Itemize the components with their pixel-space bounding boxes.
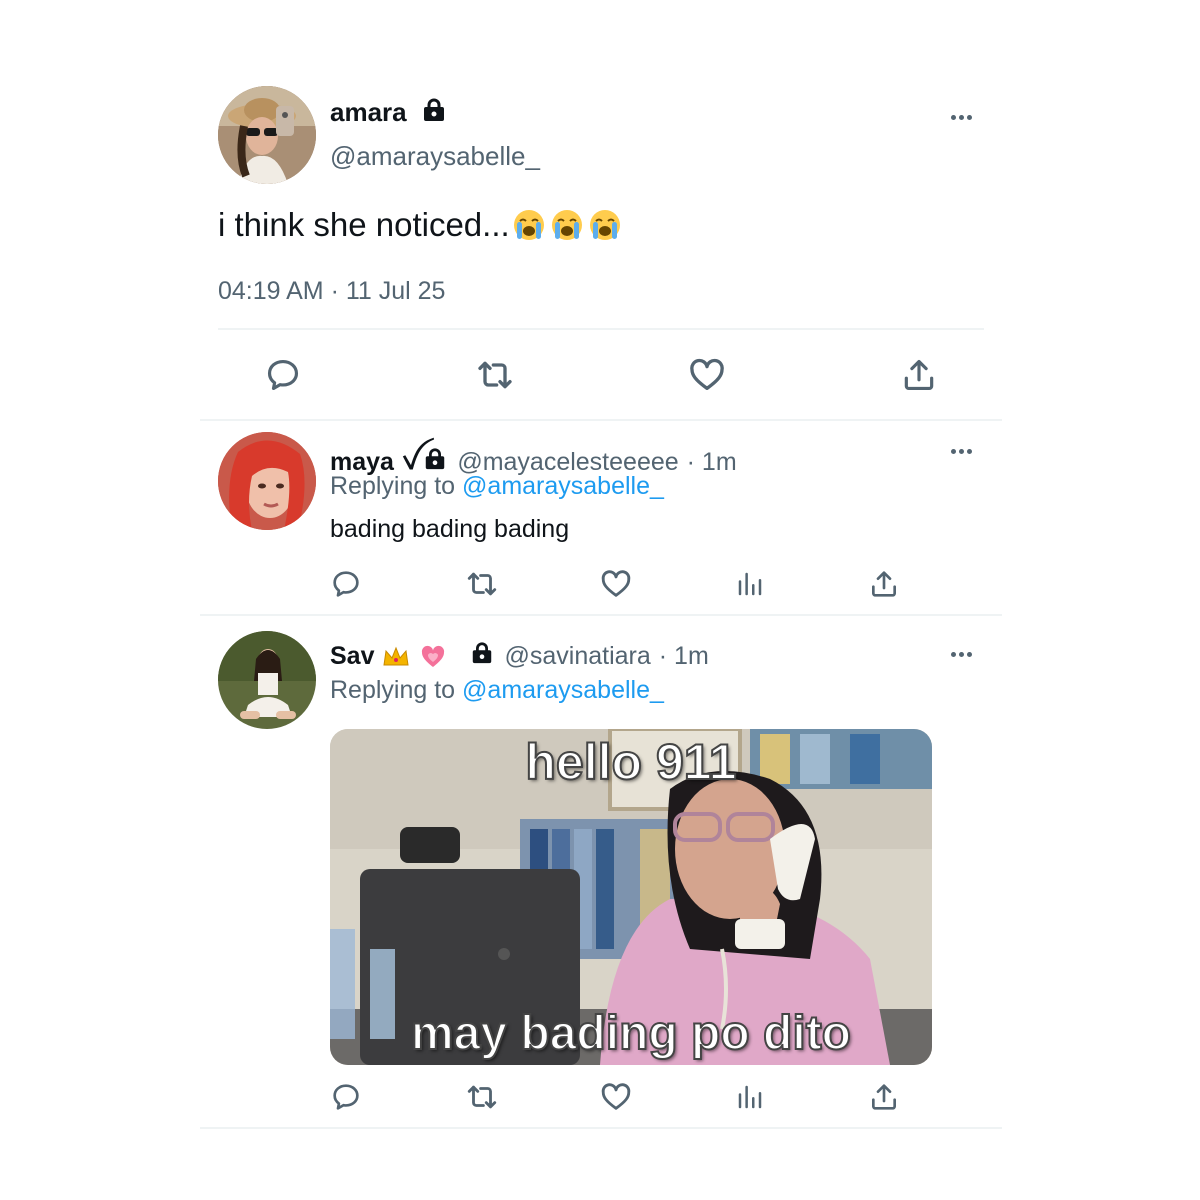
display-name[interactable]: Sav bbox=[330, 642, 374, 671]
avatar-image bbox=[218, 631, 316, 729]
timestamp[interactable]: 04:19 AM · 11 Jul 25 bbox=[218, 277, 445, 306]
divider bbox=[200, 419, 1002, 421]
retweet-icon bbox=[467, 572, 497, 596]
loudly-crying-face-icon bbox=[589, 210, 620, 240]
like-icon bbox=[601, 570, 631, 597]
relative-time[interactable]: · 1m bbox=[687, 448, 737, 477]
avatar-image bbox=[218, 86, 316, 184]
like-icon bbox=[601, 1083, 631, 1110]
reply-button[interactable] bbox=[326, 1079, 366, 1115]
replying-to: Replying to @amaraysabelle_ bbox=[330, 472, 664, 501]
like-button[interactable] bbox=[596, 566, 636, 602]
lock-icon bbox=[421, 97, 447, 128]
share-icon bbox=[904, 359, 934, 391]
replying-prefix: Replying to bbox=[330, 676, 456, 704]
avatar[interactable] bbox=[218, 631, 316, 729]
views-icon bbox=[738, 572, 762, 596]
meme-top-caption: hello 911 bbox=[524, 733, 737, 791]
more-icon[interactable] bbox=[951, 449, 972, 454]
loudly-crying-face-icon bbox=[551, 210, 582, 240]
more-icon[interactable] bbox=[951, 652, 972, 657]
divider bbox=[218, 328, 984, 330]
crown-icon bbox=[383, 646, 410, 665]
divider bbox=[200, 614, 1002, 616]
divider bbox=[200, 1127, 1002, 1129]
relative-time[interactable]: · 1m bbox=[659, 642, 709, 671]
retweet-button[interactable] bbox=[470, 352, 520, 398]
views-icon bbox=[738, 1085, 762, 1109]
avatar-image bbox=[218, 432, 316, 530]
loudly-crying-face-icon bbox=[513, 210, 544, 240]
reply-icon bbox=[333, 1084, 359, 1110]
reply-icon bbox=[333, 571, 359, 597]
share-button[interactable] bbox=[864, 566, 904, 602]
display-name[interactable]: amara bbox=[330, 97, 407, 128]
like-button[interactable] bbox=[682, 352, 732, 398]
reply-text: bading bading bading bbox=[330, 515, 570, 543]
tweet-media[interactable]: hello 911 may bading po dito bbox=[330, 729, 932, 1065]
retweet-icon bbox=[467, 1085, 497, 1109]
tweet-text: i think she noticed... bbox=[218, 206, 622, 244]
like-button[interactable] bbox=[596, 1079, 636, 1115]
tweet-text-content: i think she noticed... bbox=[218, 206, 510, 243]
reply-icon bbox=[267, 359, 299, 391]
replying-handle-link[interactable]: @amaraysabelle_ bbox=[462, 676, 664, 704]
share-button[interactable] bbox=[894, 352, 944, 398]
growing-heart-icon bbox=[422, 645, 445, 667]
meme-bottom-caption: may bading po dito bbox=[410, 1006, 852, 1061]
share-button[interactable] bbox=[864, 1079, 904, 1115]
replying-to: Replying to @amaraysabelle_ bbox=[330, 676, 664, 705]
share-icon bbox=[872, 1084, 896, 1110]
user-handle[interactable]: @amaraysabelle_ bbox=[330, 141, 540, 172]
replying-handle-link[interactable]: @amaraysabelle_ bbox=[462, 472, 664, 500]
lock-icon bbox=[470, 641, 494, 672]
reply-button[interactable] bbox=[326, 566, 366, 602]
retweet-icon bbox=[478, 361, 512, 389]
like-icon bbox=[690, 358, 724, 390]
reply-button[interactable] bbox=[258, 352, 308, 398]
replying-prefix: Replying to bbox=[330, 472, 456, 500]
avatar[interactable] bbox=[218, 432, 316, 530]
more-icon[interactable] bbox=[951, 115, 972, 120]
avatar[interactable] bbox=[218, 86, 316, 184]
share-icon bbox=[872, 571, 896, 597]
retweet-button[interactable] bbox=[462, 1079, 502, 1115]
retweet-button[interactable] bbox=[462, 566, 502, 602]
views-button[interactable] bbox=[730, 566, 770, 602]
user-handle[interactable]: @savinatiara bbox=[504, 642, 650, 671]
views-button[interactable] bbox=[730, 1079, 770, 1115]
